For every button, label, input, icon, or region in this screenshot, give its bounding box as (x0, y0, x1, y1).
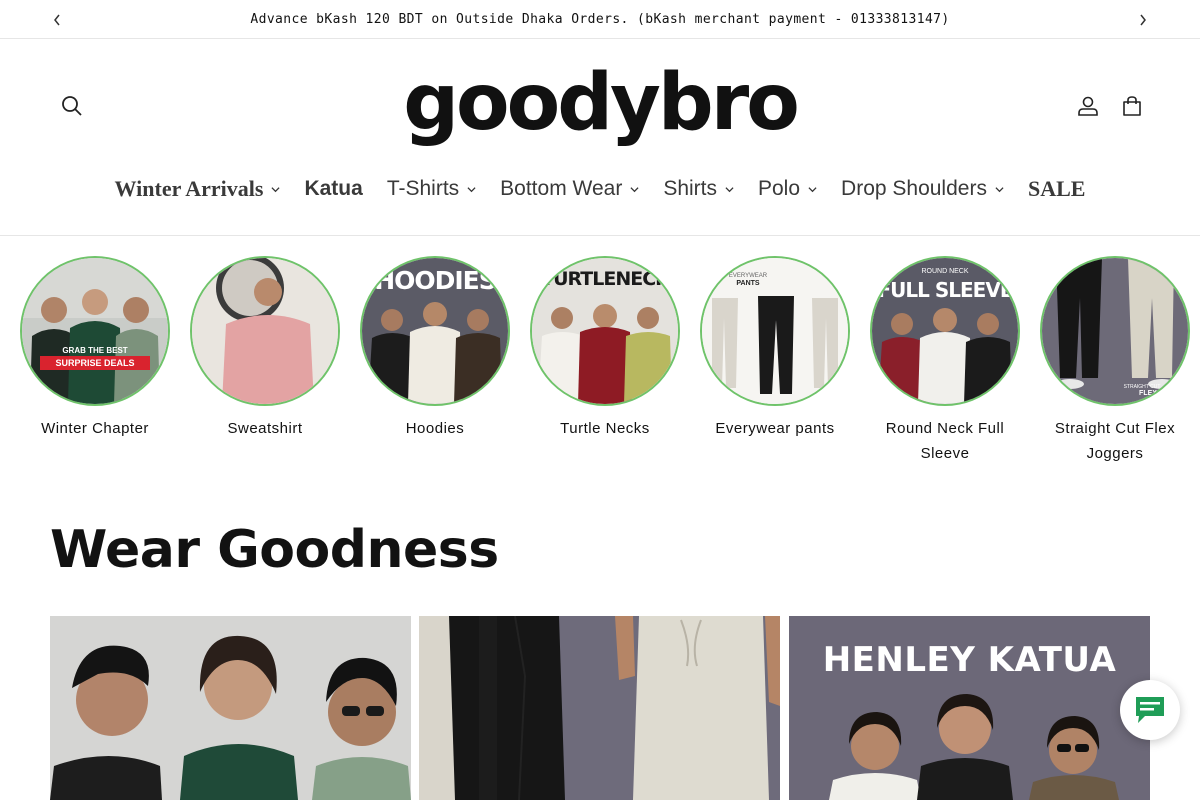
category-overlay-line1: EVERYWEAR (728, 273, 768, 279)
collection-card[interactable] (50, 616, 411, 800)
chevron-right-icon (1140, 14, 1146, 26)
category-label: Turtle Necks (560, 420, 650, 437)
cart-icon (1123, 96, 1141, 116)
chevron-down-icon (995, 186, 1004, 192)
category-image: ROUND NECK FULL SLEEVE (870, 256, 1020, 406)
chevron-down-icon (808, 186, 817, 192)
category-overlay-line2: PANTS (736, 280, 760, 287)
announcement-prev-button[interactable] (47, 10, 67, 30)
nav-item-t-shirts[interactable]: T-Shirts (375, 167, 488, 211)
nav-item-sale[interactable]: SALE (1016, 167, 1097, 211)
account-icon (1078, 96, 1098, 116)
category-overlay-line1: HOODIES (374, 266, 497, 295)
nav-item-label: T-Shirts (386, 177, 460, 200)
category-label: Round Neck Full Sleeve (885, 420, 1005, 462)
announcement-next-button[interactable] (1133, 10, 1153, 30)
category-everywear-pants[interactable]: EVERYWEAR PANTS Everywear pants (700, 256, 850, 441)
category-hoodies[interactable]: HOODIES Hoodies (360, 256, 510, 441)
nav-item-shirts[interactable]: Shirts (651, 167, 746, 211)
chevron-down-icon (271, 186, 280, 192)
chevron-down-icon (725, 186, 734, 192)
site-header: goodybro Winter Arrivals Katua T-Shirts … (0, 39, 1200, 236)
account-button[interactable] (1066, 84, 1110, 128)
collection-card[interactable] (419, 616, 780, 800)
category-turtle-necks[interactable]: TURTLENECK Turtle Necks (530, 256, 680, 441)
collection-card-image (50, 616, 411, 800)
chevron-down-icon (467, 186, 476, 192)
nav-item-katua[interactable]: Katua (292, 167, 374, 211)
nav-item-polo[interactable]: Polo (746, 167, 829, 211)
cart-button[interactable] (1110, 84, 1154, 128)
collection-card-image (419, 616, 780, 800)
announcement-bar: Advance bKash 120 BDT on Outside Dhaka O… (0, 0, 1200, 39)
category-label: Hoodies (405, 420, 465, 437)
category-round-neck-full-sleeve[interactable]: ROUND NECK FULL SLEEVE Round Neck Full S… (870, 256, 1020, 466)
chevron-down-icon (630, 186, 639, 192)
nav-item-drop-shoulders[interactable]: Drop Shoulders (829, 167, 1016, 211)
collection-card[interactable]: HENLEY KATUA (789, 616, 1150, 800)
nav-item-label: Katua (304, 177, 363, 200)
category-image: TURTLENECK (530, 256, 680, 406)
chat-button[interactable] (1120, 680, 1180, 740)
category-straight-cut-flex-joggers[interactable]: STRAIGHT CUT FLEX Straight Cut Flex Jogg… (1040, 256, 1190, 466)
collection-card-title: HENLEY KATUA (822, 640, 1117, 680)
chevron-left-icon (54, 14, 60, 26)
category-image (190, 256, 340, 406)
category-image: STRAIGHT CUT FLEX (1040, 256, 1190, 406)
search-button[interactable] (50, 84, 94, 128)
search-icon (62, 96, 82, 116)
nav-item-label: Winter Arrivals (114, 176, 264, 201)
category-overlay-line1: ROUND NECK (921, 268, 969, 275)
nav-item-label: Drop Shoulders (841, 177, 987, 200)
category-image: HOODIES (360, 256, 510, 406)
category-overlay-line2: FLEX (1139, 390, 1157, 397)
category-winter-chapter[interactable]: GRAB THE BEST SURPRISE DEALS Winter Chap… (20, 256, 170, 441)
announcement-text: Advance bKash 120 BDT on Outside Dhaka O… (250, 11, 950, 27)
nav-item-bottom-wear[interactable]: Bottom Wear (488, 167, 651, 211)
category-overlay-line2: FULL SLEEVE (877, 278, 1014, 302)
category-carousel: GRAB THE BEST SURPRISE DEALS Winter Chap… (0, 256, 1200, 466)
logo-text: goodybro (403, 58, 800, 148)
site-logo[interactable]: goodybro (403, 57, 800, 149)
nav-item-winter-arrivals[interactable]: Winter Arrivals (103, 167, 293, 211)
category-overlay-line1: GRAB THE BEST (62, 346, 128, 355)
category-label: Everywear pants (715, 420, 835, 437)
category-label: Winter Chapter (41, 420, 149, 437)
category-sweatshirt[interactable]: Sweatshirt (190, 256, 340, 441)
chat-bubble-icon (1136, 697, 1164, 723)
category-label: Sweatshirt (227, 420, 303, 437)
collection-grid: HENLEY KATUA (50, 616, 1150, 800)
category-overlay-line1: TURTLENECK (541, 268, 670, 290)
nav-item-label: Shirts (663, 177, 717, 200)
category-overlay-line2: SURPRISE DEALS (40, 356, 150, 370)
nav-item-label: Bottom Wear (500, 177, 623, 200)
category-label: Straight Cut Flex Joggers (1054, 420, 1176, 462)
category-image: GRAB THE BEST SURPRISE DEALS (20, 256, 170, 406)
main-navigation: Winter Arrivals Katua T-Shirts Bottom We… (0, 167, 1200, 211)
category-image: EVERYWEAR PANTS (700, 256, 850, 406)
nav-item-label: SALE (1027, 176, 1086, 201)
nav-item-label: Polo (758, 177, 801, 200)
section-title: Wear Goodness (50, 520, 499, 580)
